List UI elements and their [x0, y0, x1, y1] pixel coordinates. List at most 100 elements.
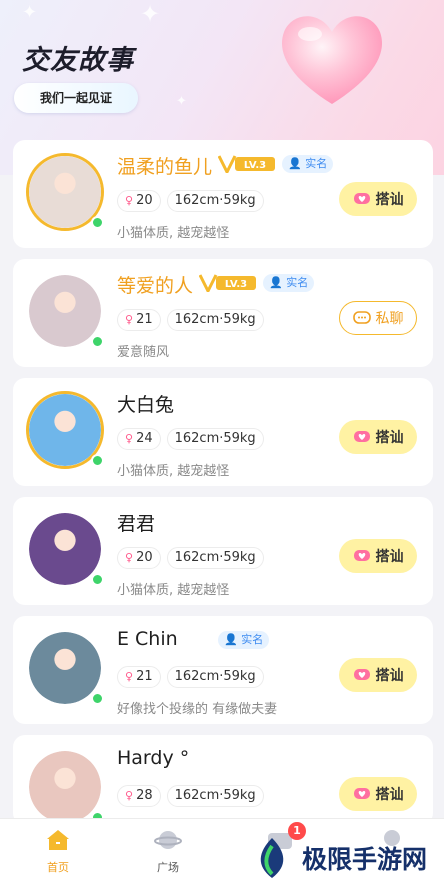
user-tags: ♀ 20 162cm·59kg — [117, 547, 264, 569]
age-tag: ♀ 28 — [117, 785, 161, 807]
avatar-photo — [29, 156, 101, 228]
online-status-dot — [91, 335, 104, 348]
body-tag: 162cm·59kg — [166, 309, 264, 331]
online-status-dot — [91, 692, 104, 705]
user-card[interactable]: 温柔的鱼儿 LV.3 👤 实名 ♀ 20 162cm·59kg 小猫体质, 越宠越怪 搭讪 — [13, 140, 433, 248]
watermark: 极限手游网 — [250, 836, 427, 880]
vip-level-icon: LV.3 — [199, 274, 256, 292]
online-status-dot — [91, 216, 104, 229]
user-tags: ♀ 20 162cm·59kg — [117, 190, 264, 212]
avatar[interactable] — [26, 272, 104, 350]
watermark-logo-icon — [260, 838, 284, 878]
female-icon: ♀ — [125, 551, 134, 564]
age-tag: ♀ 20 — [117, 190, 161, 212]
heart-chat-icon — [353, 431, 370, 442]
avatar-photo — [29, 751, 101, 823]
verified-badge: 👤 实名 — [282, 155, 334, 173]
home-icon — [47, 830, 69, 850]
age-tag: ♀ 21 — [117, 309, 161, 331]
tab-plaza-label: 广场 — [157, 861, 179, 874]
age-tag: ♀ 21 — [117, 666, 161, 688]
online-status-dot — [91, 573, 104, 586]
verified-label: 实名 — [241, 633, 264, 646]
age-value: 28 — [136, 788, 153, 803]
body-tag: 162cm·59kg — [166, 428, 264, 450]
chat-up-button[interactable]: 搭讪 — [339, 658, 417, 692]
user-motto: 好像找个投缘的 有缘做夫妻 — [117, 702, 278, 717]
user-tags: ♀ 21 162cm·59kg — [117, 666, 264, 688]
user-motto: 小猫体质, 越宠越怪 — [117, 226, 230, 241]
action-label: 搭讪 — [375, 787, 404, 803]
sparkle-icon: ✦ — [176, 94, 187, 109]
body-tag: 162cm·59kg — [166, 547, 264, 569]
hero-subtitle-pill: 我们一起见证 — [14, 83, 138, 113]
user-name: Hardy ° — [117, 747, 190, 769]
planet-icon — [154, 831, 182, 849]
chat-up-button[interactable]: 搭讪 — [339, 420, 417, 454]
vip-level-label: LV.3 — [225, 279, 247, 290]
action-label: 搭讪 — [375, 549, 404, 565]
avatar-photo — [29, 394, 101, 466]
avatar[interactable] — [26, 391, 104, 469]
tab-plaza[interactable]: 广场 — [138, 829, 198, 875]
sparkle-icon: ✦ — [140, 0, 161, 28]
user-card[interactable]: E Chin 👤 实名 ♀ 21 162cm·59kg 好像找个投缘的 有缘做夫妻 搭讪 — [13, 616, 433, 724]
user-name: E Chin — [117, 628, 178, 650]
watermark-text: 极限手游网 — [302, 845, 428, 874]
action-label: 搭讪 — [375, 668, 404, 684]
sparkle-icon: ✦ — [22, 2, 38, 23]
avatar-photo — [29, 275, 101, 347]
online-status-dot — [91, 454, 104, 467]
verified-label: 实名 — [286, 276, 309, 289]
tab-home[interactable]: 首页 — [28, 829, 88, 875]
user-motto: 爱意随风 — [117, 345, 170, 360]
avatar[interactable] — [26, 748, 104, 826]
avatar-photo — [29, 513, 101, 585]
hero-title: 交友故事 — [22, 45, 134, 76]
user-name: 君君 — [117, 513, 156, 535]
user-motto: 小猫体质, 越宠越怪 — [117, 583, 230, 598]
female-icon: ♀ — [125, 432, 134, 445]
private-chat-button[interactable]: 私聊 — [339, 301, 417, 335]
avatar-photo — [29, 632, 101, 704]
verified-badge: 👤 实名 — [263, 274, 315, 292]
action-label: 搭讪 — [375, 192, 404, 208]
user-card[interactable]: Hardy ° ♀ 28 162cm·59kg 搭讪 — [13, 735, 433, 825]
chat-bubble-icon — [352, 311, 371, 324]
tab-home-label: 首页 — [47, 861, 69, 874]
user-name: 大白兔 — [117, 394, 175, 416]
age-value: 24 — [136, 431, 153, 446]
heart-chat-icon — [353, 788, 370, 799]
user-name: 等爱的人 — [117, 275, 194, 297]
age-tag: ♀ 24 — [117, 428, 161, 450]
person-icon: 👤 — [288, 157, 302, 170]
age-value: 21 — [136, 312, 153, 327]
age-tag: ♀ 20 — [117, 547, 161, 569]
heart-chat-icon — [353, 193, 370, 204]
verified-label: 实名 — [305, 157, 328, 170]
user-name: 温柔的鱼儿 — [117, 156, 213, 178]
chat-up-button[interactable]: 搭讪 — [339, 777, 417, 811]
verified-badge: 👤 实名 — [218, 631, 270, 649]
chat-up-button[interactable]: 搭讪 — [339, 539, 417, 573]
heart-icon — [282, 16, 382, 104]
female-icon: ♀ — [125, 789, 134, 802]
vip-level-icon: LV.3 — [218, 155, 275, 173]
age-value: 20 — [136, 550, 153, 565]
action-label: 搭讪 — [375, 430, 404, 446]
avatar[interactable] — [26, 510, 104, 588]
user-motto: 小猫体质, 越宠越怪 — [117, 464, 230, 479]
user-card[interactable]: 等爱的人 LV.3 👤 实名 ♀ 21 162cm·59kg 爱意随风 私聊 — [13, 259, 433, 367]
user-card[interactable]: 大白兔 ♀ 24 162cm·59kg 小猫体质, 越宠越怪 搭讪 — [13, 378, 433, 486]
avatar[interactable] — [26, 629, 104, 707]
user-tags: ♀ 21 162cm·59kg — [117, 309, 264, 331]
body-tag: 162cm·59kg — [166, 666, 264, 688]
female-icon: ♀ — [125, 670, 134, 683]
heart-chat-icon — [353, 550, 370, 561]
action-label: 私聊 — [375, 311, 404, 327]
heart-chat-icon — [353, 669, 370, 680]
person-icon: 👤 — [224, 633, 238, 646]
avatar[interactable] — [26, 153, 104, 231]
user-card[interactable]: 君君 ♀ 20 162cm·59kg 小猫体质, 越宠越怪 搭讪 — [13, 497, 433, 605]
chat-up-button[interactable]: 搭讪 — [339, 182, 417, 216]
